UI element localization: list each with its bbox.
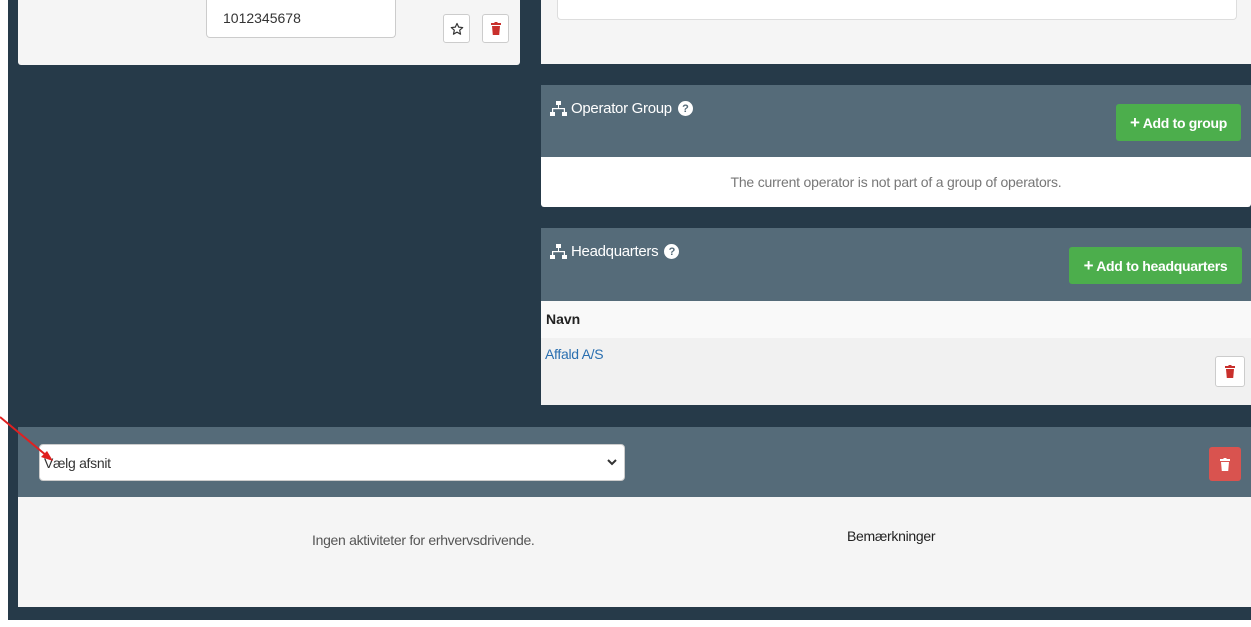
annotation-arrow — [0, 416, 53, 461]
operator-group-label: Operator Group — [571, 100, 672, 117]
operator-group-empty-text: The current operator is not part of a gr… — [730, 174, 1062, 190]
headquarters-header: Headquarters ? + Add to headquarters — [541, 228, 1251, 301]
delete-headquarters-button[interactable] — [1215, 356, 1245, 387]
delete-section-button[interactable] — [1209, 447, 1241, 481]
remarks-label: Bemærkninger — [847, 528, 936, 544]
top-right-card — [541, 0, 1251, 64]
operator-group-title: Operator Group ? — [550, 100, 693, 117]
sitemap-icon — [550, 243, 567, 259]
trash-icon — [1225, 365, 1235, 378]
add-to-group-button[interactable]: + Add to group — [1116, 104, 1241, 141]
help-icon[interactable]: ? — [664, 244, 680, 259]
headquarters-link[interactable]: Affald A/S — [545, 346, 604, 362]
favorite-button[interactable] — [443, 14, 470, 43]
section-body — [18, 497, 1251, 607]
delete-phone-button[interactable] — [482, 14, 509, 43]
add-to-headquarters-label: Add to headquarters — [1096, 257, 1228, 274]
sitemap-icon — [550, 100, 567, 116]
text-input[interactable] — [557, 0, 1237, 20]
section-select[interactable]: Vælg afsnit — [39, 444, 625, 481]
plus-icon: + — [1083, 256, 1094, 275]
phone-field[interactable]: 1012345678 — [206, 0, 396, 38]
table-row: Affald A/S — [541, 338, 1251, 405]
headquarters-label: Headquarters — [571, 243, 659, 260]
headquarters-title: Headquarters ? — [550, 243, 680, 260]
add-to-group-label: Add to group — [1142, 114, 1228, 131]
no-activities-text: Ingen aktiviteter for erhvervsdrivende. — [312, 532, 535, 548]
plus-icon: + — [1130, 113, 1140, 132]
operator-group-header: Operator Group ? + Add to group — [541, 85, 1251, 157]
operator-group-body: The current operator is not part of a gr… — [541, 157, 1251, 207]
add-to-headquarters-button[interactable]: + Add to headquarters — [1069, 247, 1242, 284]
chevron-down-icon — [607, 459, 617, 466]
headquarters-table-header: Navn — [541, 301, 1251, 339]
trash-icon — [490, 22, 501, 35]
help-icon[interactable]: ? — [677, 101, 693, 116]
column-header-name: Navn — [546, 311, 581, 327]
trash-icon — [1220, 457, 1230, 471]
star-icon — [450, 22, 463, 35]
